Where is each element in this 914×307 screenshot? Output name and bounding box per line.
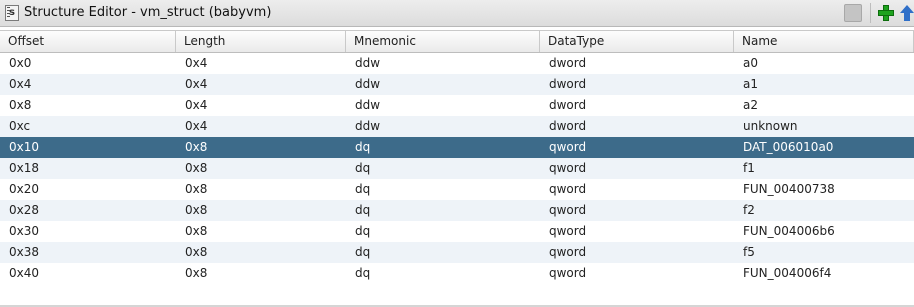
cell-length[interactable]: 0x8 xyxy=(176,158,346,179)
cell-name[interactable]: f1 xyxy=(734,158,914,179)
column-header-name[interactable]: Name xyxy=(734,31,914,52)
column-header-offset[interactable]: Offset xyxy=(0,31,176,52)
table-body: 0x0 0x4 ddw dword a0 0x4 0x4 ddw dword a1 0x8 0x4 dd… xyxy=(0,53,914,284)
toolbar-separator xyxy=(870,3,871,23)
cell-datatype[interactable]: dword xyxy=(540,74,734,95)
cell-name[interactable]: f5 xyxy=(734,242,914,263)
cell-mnemonic[interactable]: dq xyxy=(346,137,540,158)
structure-icon: s xyxy=(5,5,19,21)
cell-name[interactable]: f2 xyxy=(734,200,914,221)
cell-datatype[interactable]: qword xyxy=(540,242,734,263)
cell-length[interactable]: 0x4 xyxy=(176,53,346,74)
cell-datatype[interactable]: qword xyxy=(540,137,734,158)
cell-mnemonic[interactable]: dq xyxy=(346,179,540,200)
table-row[interactable]: 0x30 0x8 dq qword FUN_004006b6 xyxy=(0,221,914,242)
cell-name[interactable]: a2 xyxy=(734,95,914,116)
cell-mnemonic[interactable]: ddw xyxy=(346,74,540,95)
column-header-length[interactable]: Length xyxy=(176,31,346,52)
structure-table: Offset Length Mnemonic DataType Name 0x0… xyxy=(0,30,914,284)
cell-mnemonic[interactable]: dq xyxy=(346,242,540,263)
cell-offset[interactable]: 0x20 xyxy=(0,179,176,200)
cell-length[interactable]: 0x8 xyxy=(176,137,346,158)
cell-datatype[interactable]: dword xyxy=(540,95,734,116)
cell-mnemonic[interactable]: ddw xyxy=(346,53,540,74)
column-header-mnemonic[interactable]: Mnemonic xyxy=(346,31,540,52)
cell-length[interactable]: 0x4 xyxy=(176,95,346,116)
cell-datatype[interactable]: dword xyxy=(540,116,734,137)
cell-name[interactable]: FUN_00400738 xyxy=(734,179,914,200)
cell-length[interactable]: 0x8 xyxy=(176,242,346,263)
disabled-action-icon[interactable] xyxy=(844,4,862,22)
table-row[interactable]: 0x38 0x8 dq qword f5 xyxy=(0,242,914,263)
cell-name[interactable]: a1 xyxy=(734,74,914,95)
cell-datatype[interactable]: qword xyxy=(540,221,734,242)
table-row[interactable]: 0x20 0x8 dq qword FUN_00400738 xyxy=(0,179,914,200)
column-header-datatype[interactable]: DataType xyxy=(540,31,734,52)
cell-offset[interactable]: 0x28 xyxy=(0,200,176,221)
window-title: Structure Editor - vm_struct (babyvm) xyxy=(24,5,272,20)
cell-length[interactable]: 0x8 xyxy=(176,179,346,200)
table-row[interactable]: 0xc 0x4 ddw dword unknown xyxy=(0,116,914,137)
cell-name[interactable]: a0 xyxy=(734,53,914,74)
cell-mnemonic[interactable]: dq xyxy=(346,158,540,179)
cell-offset[interactable]: 0x18 xyxy=(0,158,176,179)
cell-length[interactable]: 0x4 xyxy=(176,116,346,137)
cell-offset[interactable]: 0x10 xyxy=(0,137,176,158)
cell-length[interactable]: 0x8 xyxy=(176,221,346,242)
cell-offset[interactable]: 0x8 xyxy=(0,95,176,116)
cell-offset[interactable]: 0x40 xyxy=(0,263,176,284)
cell-offset[interactable]: 0x38 xyxy=(0,242,176,263)
table-row[interactable]: 0x28 0x8 dq qword f2 xyxy=(0,200,914,221)
cell-length[interactable]: 0x8 xyxy=(176,200,346,221)
cell-datatype[interactable]: qword xyxy=(540,200,734,221)
cell-length[interactable]: 0x4 xyxy=(176,74,346,95)
table-row[interactable]: 0x4 0x4 ddw dword a1 xyxy=(0,74,914,95)
cell-datatype[interactable]: dword xyxy=(540,53,734,74)
cell-offset[interactable]: 0x30 xyxy=(0,221,176,242)
cell-mnemonic[interactable]: dq xyxy=(346,200,540,221)
cell-mnemonic[interactable]: dq xyxy=(346,221,540,242)
up-arrow-icon[interactable] xyxy=(899,4,914,22)
cell-mnemonic[interactable]: ddw xyxy=(346,95,540,116)
cell-datatype[interactable]: qword xyxy=(540,158,734,179)
window-titlebar: s Structure Editor - vm_struct (babyvm) xyxy=(0,0,914,27)
cell-length[interactable]: 0x8 xyxy=(176,263,346,284)
cell-name[interactable]: FUN_004006f4 xyxy=(734,263,914,284)
cell-offset[interactable]: 0x0 xyxy=(0,53,176,74)
table-header: Offset Length Mnemonic DataType Name xyxy=(0,30,914,53)
table-row[interactable]: 0x0 0x4 ddw dword a0 xyxy=(0,53,914,74)
table-row[interactable]: 0x10 0x8 dq qword DAT_006010a0 xyxy=(0,137,914,158)
table-row[interactable]: 0x8 0x4 ddw dword a2 xyxy=(0,95,914,116)
cell-datatype[interactable]: qword xyxy=(540,263,734,284)
cell-mnemonic[interactable]: ddw xyxy=(346,116,540,137)
cell-offset[interactable]: 0xc xyxy=(0,116,176,137)
add-icon[interactable] xyxy=(877,4,895,22)
table-row[interactable]: 0x18 0x8 dq qword f1 xyxy=(0,158,914,179)
cell-offset[interactable]: 0x4 xyxy=(0,74,176,95)
cell-name[interactable]: FUN_004006b6 xyxy=(734,221,914,242)
cell-datatype[interactable]: qword xyxy=(540,179,734,200)
cell-mnemonic[interactable]: dq xyxy=(346,263,540,284)
table-row[interactable]: 0x40 0x8 dq qword FUN_004006f4 xyxy=(0,263,914,284)
cell-name[interactable]: unknown xyxy=(734,116,914,137)
cell-name[interactable]: DAT_006010a0 xyxy=(734,137,914,158)
